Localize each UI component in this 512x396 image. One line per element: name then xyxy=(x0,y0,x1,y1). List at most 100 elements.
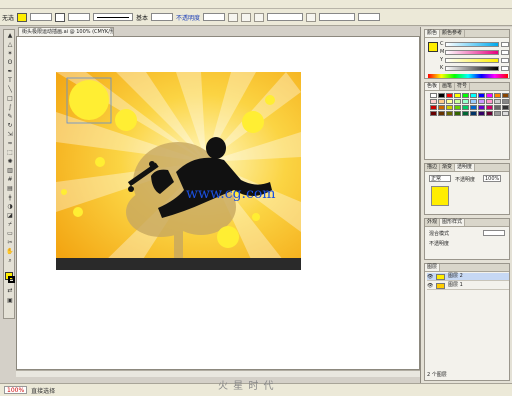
artwork-illustration[interactable] xyxy=(56,72,301,270)
scale-tool-icon[interactable]: ⇲ xyxy=(6,132,14,138)
color-swatch[interactable] xyxy=(462,105,469,110)
symbol-sprayer-tool-icon[interactable]: ✺ xyxy=(6,159,14,165)
color-swatch[interactable] xyxy=(502,105,509,110)
tab-brushes[interactable]: 画笔 xyxy=(440,83,456,90)
screen-mode-icon[interactable]: ▣ xyxy=(6,298,14,304)
color-swatch[interactable] xyxy=(446,93,453,98)
document-setup-button[interactable] xyxy=(267,13,304,21)
stroke-color-swatch[interactable] xyxy=(55,12,66,22)
tab-symbols[interactable]: 符号 xyxy=(455,83,471,90)
arrange-button[interactable] xyxy=(306,12,317,22)
tab-graphic-styles[interactable]: 图形样式 xyxy=(440,219,466,226)
color-swatch[interactable] xyxy=(430,93,437,98)
color-swatch[interactable] xyxy=(478,99,485,104)
warp-tool-icon[interactable]: ≈ xyxy=(6,141,14,147)
direct-selection-tool-icon[interactable]: △ xyxy=(6,42,14,48)
document-tab[interactable]: 街头极限运动插画.ai @ 100% (CMYK/预览) xyxy=(18,27,114,36)
zoom-tool-icon[interactable]: ⌕ xyxy=(6,258,14,264)
align-left-button[interactable] xyxy=(228,12,239,22)
color-swatch[interactable] xyxy=(438,93,445,98)
color-swatch[interactable] xyxy=(494,105,501,110)
type-tool-icon[interactable]: T xyxy=(6,78,14,84)
graph-tool-icon[interactable]: ▥ xyxy=(6,168,14,174)
yellow-value[interactable] xyxy=(501,58,509,63)
yellow-slider[interactable] xyxy=(445,58,499,63)
appearance-dropdown[interactable] xyxy=(483,230,505,236)
pen-tool-icon[interactable]: ✒ xyxy=(6,69,14,75)
magic-wand-tool-icon[interactable]: ✶ xyxy=(6,51,14,57)
color-swatch[interactable] xyxy=(478,111,485,116)
slice-tool-icon[interactable]: ⌿ xyxy=(6,222,14,228)
color-swatch[interactable] xyxy=(430,111,437,116)
color-swatch[interactable] xyxy=(502,111,509,116)
opacity-input[interactable]: 100% xyxy=(483,175,501,182)
color-swatch[interactable] xyxy=(446,99,453,104)
blend-tool-icon[interactable]: ◑ xyxy=(6,204,14,210)
rotate-tool-icon[interactable]: ↻ xyxy=(6,123,14,129)
color-swatch[interactable] xyxy=(454,111,461,116)
color-swatch[interactable] xyxy=(494,93,501,98)
magenta-value[interactable] xyxy=(501,50,509,55)
horizontal-scrollbar[interactable] xyxy=(16,370,420,377)
brush-dropdown[interactable] xyxy=(151,13,174,21)
color-swatch[interactable] xyxy=(486,93,493,98)
color-swatch[interactable] xyxy=(494,99,501,104)
tab-stroke[interactable]: 描边 xyxy=(425,164,441,171)
color-swatch[interactable] xyxy=(430,99,437,104)
color-swatch[interactable] xyxy=(478,105,485,110)
opacity-field[interactable] xyxy=(203,13,226,21)
color-spectrum[interactable] xyxy=(428,74,508,78)
color-swatch[interactable] xyxy=(438,99,445,104)
color-swatch[interactable] xyxy=(438,111,445,116)
rectangle-tool-icon[interactable]: □ xyxy=(6,96,14,102)
visibility-eye-icon[interactable]: 👁 xyxy=(427,283,433,289)
layer-name[interactable]: 图层 1 xyxy=(448,282,463,289)
eyedropper-tool-icon[interactable]: ǂ xyxy=(6,195,14,201)
tab-color-guide[interactable]: 颜色参考 xyxy=(440,30,466,37)
blend-mode-dropdown[interactable]: 正常 xyxy=(429,175,451,182)
layer-name[interactable]: 图层 2 xyxy=(448,273,463,280)
gradient-tool-icon[interactable]: ▤ xyxy=(6,186,14,192)
current-tool-status[interactable]: 直接选择 xyxy=(31,386,55,395)
swap-colors-icon[interactable]: ⇄ xyxy=(6,288,14,294)
color-swatch[interactable] xyxy=(462,93,469,98)
free-transform-tool-icon[interactable]: ⬚ xyxy=(6,150,14,156)
tab-transparency[interactable]: 透明度 xyxy=(455,164,476,171)
color-fill-swatch[interactable] xyxy=(428,42,438,52)
lasso-tool-icon[interactable]: ʘ xyxy=(6,60,14,66)
black-slider[interactable] xyxy=(445,66,499,71)
zoom-level[interactable]: 100% xyxy=(4,386,28,394)
color-swatch[interactable] xyxy=(470,99,477,104)
layer-row[interactable]: 👁 图层 2 xyxy=(427,273,509,281)
tab-appearance[interactable]: 外观 xyxy=(425,219,441,226)
stroke-weight-dropdown[interactable] xyxy=(68,13,91,21)
color-swatch[interactable] xyxy=(470,105,477,110)
pencil-tool-icon[interactable]: ✎ xyxy=(6,114,14,120)
search-field[interactable] xyxy=(358,13,381,21)
visibility-eye-icon[interactable]: 👁 xyxy=(427,274,433,280)
layer-row[interactable]: 👁 图层 1 xyxy=(427,282,509,290)
align-center-button[interactable] xyxy=(241,12,252,22)
stroke-preview[interactable] xyxy=(93,13,134,21)
transparency-thumbnail[interactable] xyxy=(431,186,449,206)
color-swatch[interactable] xyxy=(486,105,493,110)
cyan-slider[interactable] xyxy=(445,42,499,47)
color-swatch[interactable] xyxy=(502,93,509,98)
color-swatch[interactable] xyxy=(486,99,493,104)
selection-tool-icon[interactable]: ▲ xyxy=(6,33,14,39)
line-tool-icon[interactable]: ╲ xyxy=(6,87,14,93)
eraser-tool-icon[interactable]: ▭ xyxy=(6,231,14,237)
color-swatch[interactable] xyxy=(494,111,501,116)
color-swatch[interactable] xyxy=(454,93,461,98)
color-swatch[interactable] xyxy=(478,93,485,98)
color-swatch[interactable] xyxy=(470,93,477,98)
paintbrush-tool-icon[interactable]: ∫ xyxy=(6,105,14,111)
fill-color-swatch[interactable] xyxy=(17,12,28,22)
color-swatch[interactable] xyxy=(454,99,461,104)
hand-tool-icon[interactable]: ✋ xyxy=(6,249,14,255)
mesh-tool-icon[interactable]: # xyxy=(6,177,14,183)
color-swatch[interactable] xyxy=(462,99,469,104)
tab-layers[interactable]: 图层 xyxy=(425,264,441,271)
tab-gradient[interactable]: 渐变 xyxy=(440,164,456,171)
workspace-dropdown[interactable] xyxy=(319,13,356,21)
